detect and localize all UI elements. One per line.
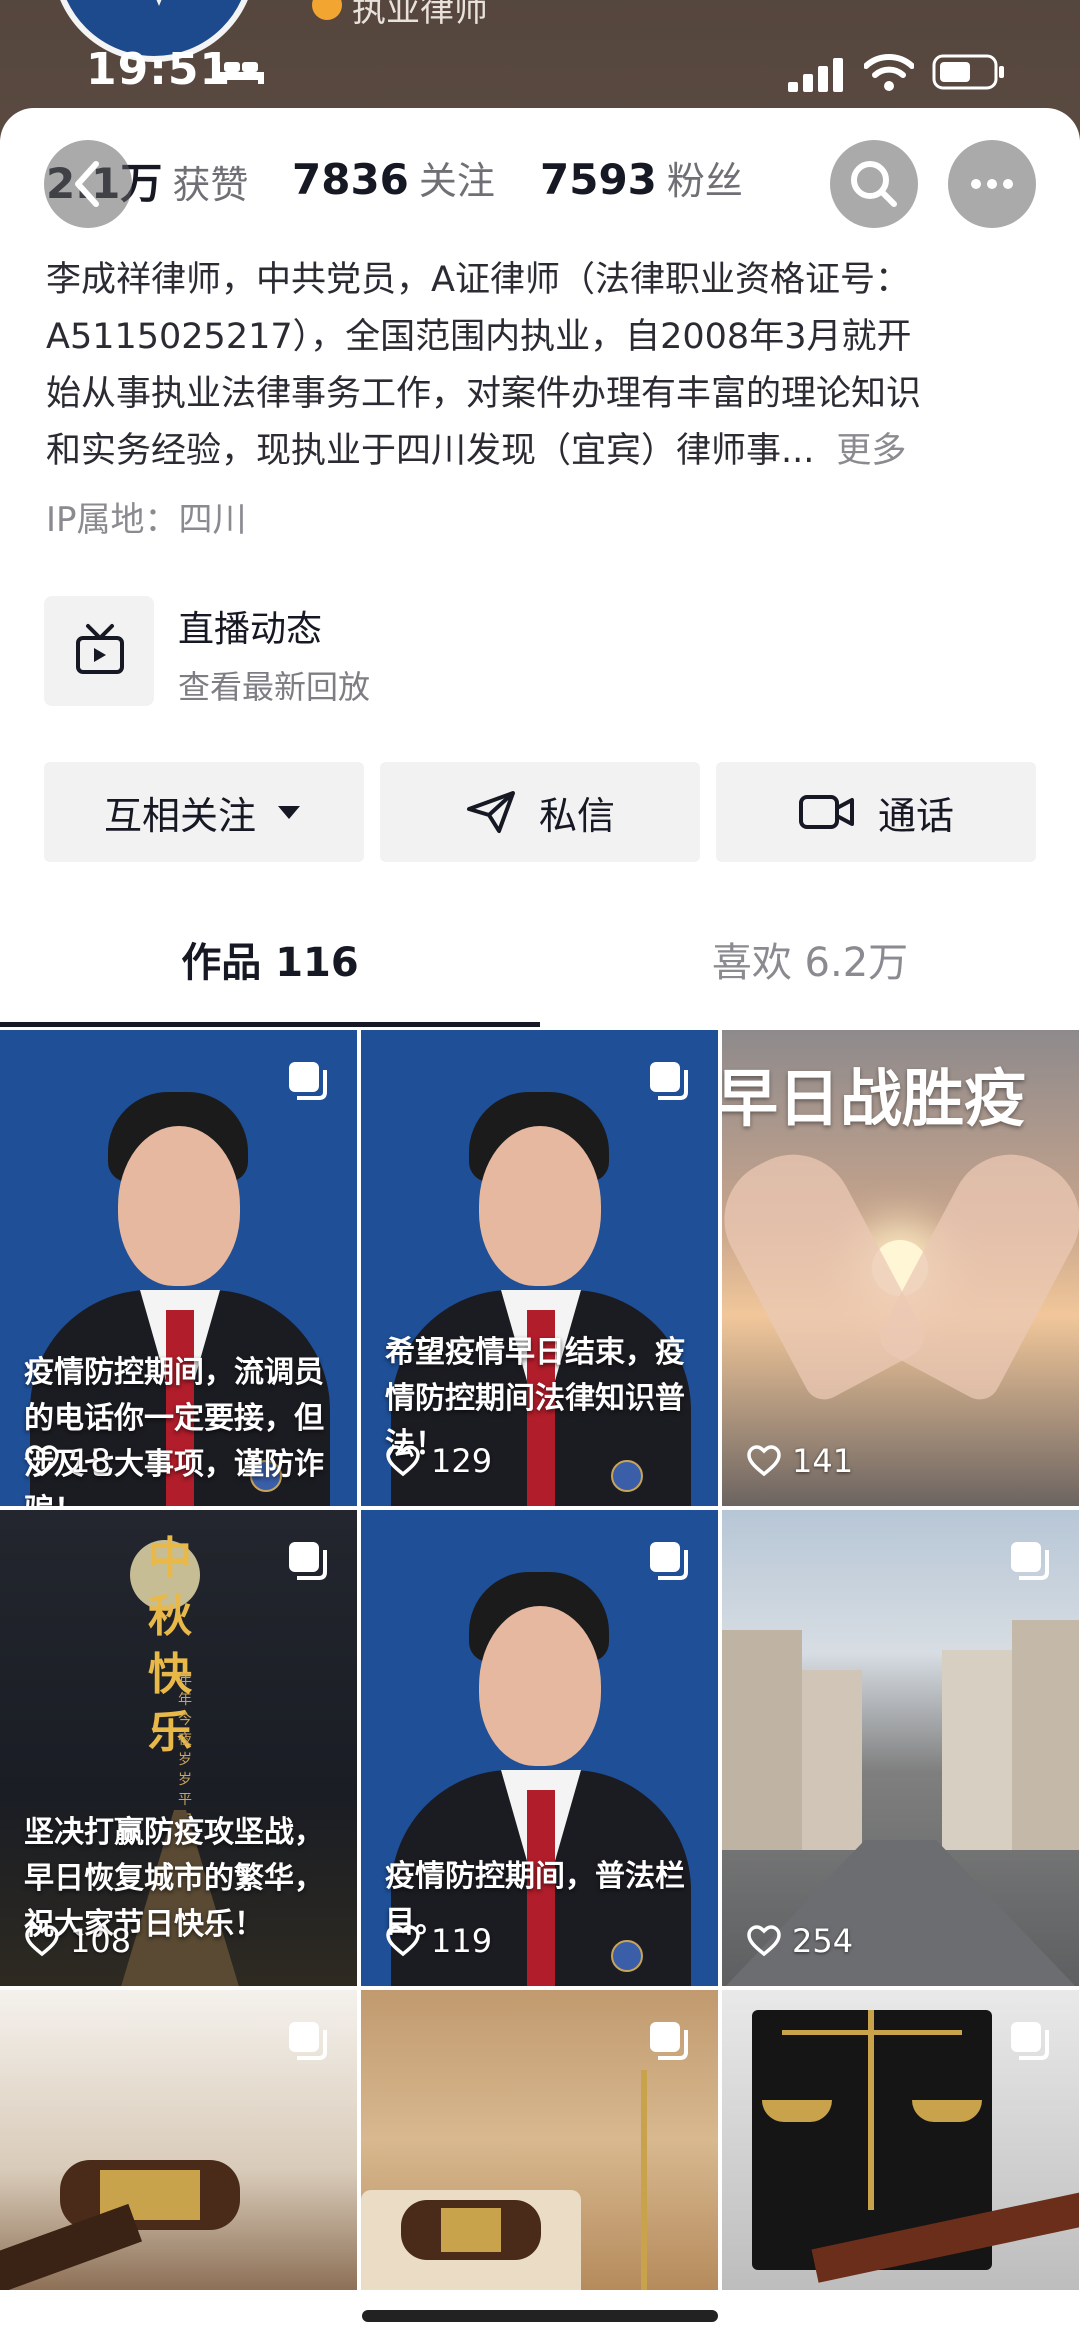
road <box>722 1840 1079 1986</box>
like-number: 108 <box>70 1922 132 1960</box>
search-icon <box>851 161 897 207</box>
mutual-follow-label: 互相关注 <box>103 793 256 838</box>
back-button[interactable] <box>44 140 132 228</box>
tv-icon <box>76 624 124 674</box>
multi-image-icon <box>650 1542 688 1580</box>
bio-line: 和实务经验，现执业于四川发现（宜宾）律师事... <box>46 431 815 471</box>
chevron-left-icon <box>75 161 99 207</box>
building-left <box>722 1630 802 1850</box>
stat-value: 7593 <box>540 155 657 204</box>
heart-icon <box>386 1445 420 1477</box>
multi-image-icon <box>1011 1542 1049 1580</box>
video-thumbnail[interactable]: 中秋快乐 年年今夜 岁岁平安 坚决打赢防疫攻坚战，早日恢复城市的繁华，祝大家节日… <box>0 1510 357 1986</box>
multi-image-icon <box>289 2022 327 2060</box>
like-number: 129 <box>431 1442 493 1480</box>
profile-name-partial: 执业律师 <box>352 0 488 30</box>
stat-value: 7836 <box>292 155 409 204</box>
bio: 李成祥律师，中共党员，A证律师（法律职业资格证号： A5115025217），全… <box>46 252 1046 480</box>
content-tabs: 作品 116 喜欢 6.2万 <box>0 930 1080 1030</box>
call-label: 通话 <box>877 793 954 838</box>
like-number: 119 <box>431 1922 493 1960</box>
video-thumbnail[interactable] <box>361 1990 718 2290</box>
scale-pan-left <box>762 2100 832 2122</box>
call-button[interactable]: 通话 <box>716 762 1036 862</box>
scale-pole <box>868 2010 874 2210</box>
thumbnail-title: 早日战胜疫 <box>722 1062 1027 1135</box>
message-button[interactable]: 私信 <box>380 762 700 862</box>
video-thumbnail[interactable]: 希望疫情早日结束，疫情防控期间法律知识普法！ 129 <box>361 1030 718 1506</box>
like-count: 119 <box>385 1922 492 1960</box>
wifi-icon <box>864 54 914 91</box>
live-tile[interactable] <box>44 596 154 706</box>
search-button[interactable] <box>830 140 918 228</box>
thumbnail-caption: 疫情防控期间，流调员的电话你一定要接，但涉及七大事项，谨防诈骗！ <box>24 1355 324 1506</box>
video-thumbnail[interactable]: 254 <box>722 1510 1079 1986</box>
bio-line: 始从事执业法律事务工作，对案件办理有丰富的理论知识 <box>46 374 922 414</box>
building-right-2 <box>1012 1620 1079 1850</box>
stat-following[interactable]: 7836 关注 <box>292 150 495 205</box>
stat-followers[interactable]: 7593 粉丝 <box>540 150 743 205</box>
status-time: 19:51 <box>86 44 232 95</box>
heart-icon <box>386 1925 420 1957</box>
bed-icon <box>214 62 264 84</box>
stat-label: 关注 <box>418 159 495 203</box>
gavel-band <box>441 2208 501 2252</box>
caret-down-icon <box>278 806 300 819</box>
scale-pole <box>641 2070 647 2290</box>
like-count: 18 <box>24 1442 111 1480</box>
home-indicator[interactable] <box>362 2310 718 2322</box>
like-count: 129 <box>385 1442 492 1480</box>
stat-label: 粉丝 <box>666 159 743 203</box>
tab-works[interactable]: 作品 116 <box>0 930 540 988</box>
heart-icon <box>747 1925 781 1957</box>
building-left-2 <box>802 1670 862 1850</box>
like-number: 18 <box>70 1442 111 1480</box>
video-thumbnail[interactable]: 疫情防控期间，普法栏目。 119 <box>361 1510 718 1986</box>
tab-likes[interactable]: 喜欢 6.2万 <box>540 930 1080 988</box>
multi-image-icon <box>1011 2022 1049 2060</box>
message-label: 私信 <box>538 793 615 838</box>
festival-subtitle: 年年今夜 岁岁平安 <box>178 1672 192 1828</box>
multi-image-icon <box>289 1062 327 1100</box>
ip-location: IP属地：四川 <box>46 500 247 540</box>
multi-image-icon <box>650 2022 688 2060</box>
video-thumbnail[interactable]: 早日战胜疫 141 <box>722 1030 1079 1506</box>
heart-icon <box>747 1445 781 1477</box>
video-camera-icon <box>798 795 854 829</box>
scale-beam <box>782 2030 962 2035</box>
more-button[interactable] <box>948 140 1036 228</box>
mutual-follow-button[interactable]: 互相关注 <box>44 762 364 862</box>
video-thumbnail[interactable]: 疫情防控期间，流调员的电话你一定要接，但涉及七大事项，谨防诈骗！ 18 <box>0 1030 357 1506</box>
live-subtitle: 查看最新回放 <box>178 668 371 706</box>
video-thumbnail[interactable] <box>0 1990 357 2290</box>
battery-icon <box>932 54 1004 90</box>
multi-image-icon <box>650 1062 688 1100</box>
multi-image-icon <box>289 1542 327 1580</box>
bio-more-link[interactable]: 更多 <box>836 431 906 471</box>
stat-label: 获赞 <box>172 163 249 207</box>
live-title[interactable]: 直播动态 <box>178 600 322 652</box>
more-dots-icon <box>971 179 1013 189</box>
video-thumbnail[interactable] <box>722 1990 1079 2290</box>
like-count: 108 <box>24 1922 131 1960</box>
heart-icon <box>25 1925 59 1957</box>
like-number: 141 <box>792 1442 854 1480</box>
tab-underline <box>0 1022 540 1027</box>
like-number: 254 <box>792 1922 854 1960</box>
bio-line: 李成祥律师，中共党员，A证律师（法律职业资格证号： <box>46 260 910 300</box>
signal-icon <box>788 58 843 92</box>
bio-line: A5115025217），全国范围内执业，自2008年3月就开 <box>46 317 912 357</box>
heart-icon <box>25 1445 59 1477</box>
like-count: 141 <box>746 1442 853 1480</box>
building-right <box>942 1650 1012 1850</box>
scale-pan-right <box>912 2100 982 2122</box>
like-count: 254 <box>746 1922 853 1960</box>
send-icon <box>466 791 515 833</box>
